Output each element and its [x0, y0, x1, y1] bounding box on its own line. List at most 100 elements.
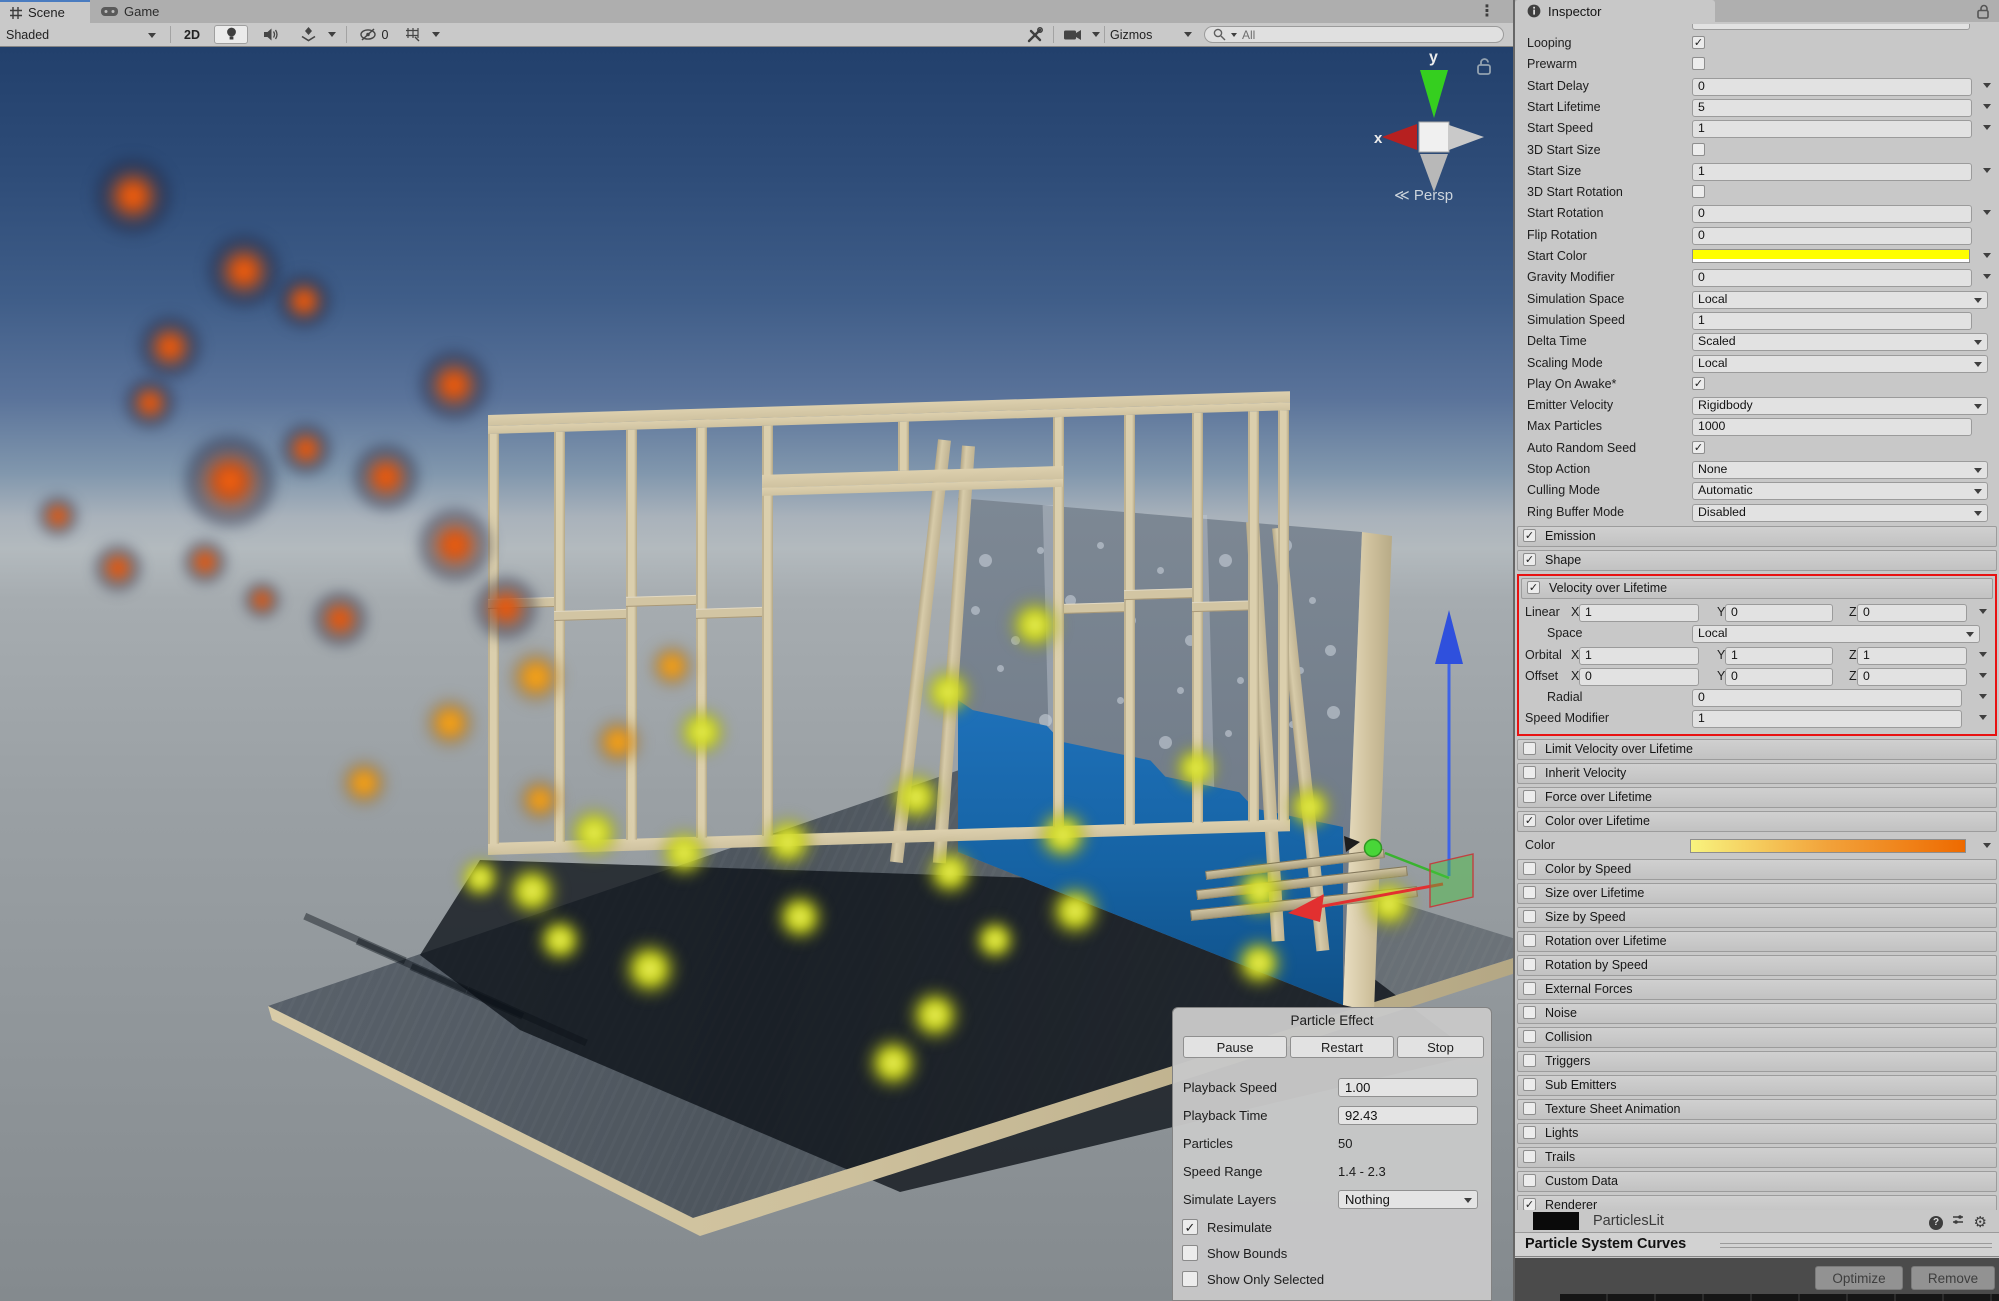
- stop-button[interactable]: Stop: [1397, 1036, 1484, 1058]
- lock-icon[interactable]: [1977, 4, 1991, 19]
- module-header-rotation-over-lifetime[interactable]: Rotation over Lifetime: [1517, 931, 1997, 952]
- checkbox[interactable]: [1523, 862, 1536, 875]
- dropdown-caret-icon[interactable]: [1983, 843, 1991, 848]
- dropdown-caret-icon[interactable]: [1979, 715, 1987, 720]
- checkbox[interactable]: ✓: [1523, 814, 1536, 827]
- checkbox[interactable]: ✓: [1692, 377, 1705, 390]
- value-field[interactable]: 1: [1692, 710, 1962, 728]
- value-field[interactable]: 1.00: [1338, 1078, 1478, 1097]
- value-field[interactable]: 0: [1857, 604, 1967, 622]
- grid-dropdown[interactable]: [428, 25, 444, 44]
- dropdown-caret-icon[interactable]: [1979, 673, 1987, 678]
- value-field[interactable]: 0: [1692, 205, 1972, 223]
- shading-mode-dropdown[interactable]: Shaded: [6, 25, 162, 44]
- checkbox[interactable]: [1523, 790, 1536, 803]
- module-header-custom-data[interactable]: Custom Data: [1517, 1171, 1997, 1192]
- dropdown-select[interactable]: Disabled: [1692, 504, 1988, 522]
- dropdown-caret-icon[interactable]: [1979, 652, 1987, 657]
- module-header-lights[interactable]: Lights: [1517, 1123, 1997, 1144]
- presets-icon[interactable]: [1951, 1213, 1965, 1227]
- module-header-sub-emitters[interactable]: Sub Emitters: [1517, 1075, 1997, 1096]
- toggle-2d-button[interactable]: 2D: [176, 25, 208, 44]
- effects-dropdown[interactable]: [324, 25, 340, 44]
- value-field[interactable]: 5: [1692, 99, 1972, 117]
- dropdown-caret-icon[interactable]: [1979, 609, 1987, 614]
- tools-button[interactable]: [1020, 25, 1050, 44]
- value-field[interactable]: 0: [1692, 269, 1972, 287]
- module-header-color-over-lifetime[interactable]: ✓Color over Lifetime: [1517, 811, 1997, 832]
- audio-toggle-button[interactable]: [254, 25, 288, 44]
- scene-menu-icon[interactable]: ⋮: [1479, 1, 1495, 21]
- value-field[interactable]: 0: [1692, 78, 1972, 96]
- module-header-texture-sheet-animation[interactable]: Texture Sheet Animation: [1517, 1099, 1997, 1120]
- particle-system-curves-bar[interactable]: Particle System Curves: [1515, 1232, 1999, 1257]
- checkbox[interactable]: [1692, 185, 1705, 198]
- lighting-toggle-button[interactable]: [214, 25, 248, 44]
- restart-button[interactable]: Restart: [1290, 1036, 1394, 1058]
- value-field[interactable]: 1: [1692, 120, 1972, 138]
- gear-icon[interactable]: ⚙: [1974, 1213, 1987, 1231]
- module-header-color-by-speed[interactable]: Color by Speed: [1517, 859, 1997, 880]
- checkbox[interactable]: [1523, 766, 1536, 779]
- value-field[interactable]: 1000: [1692, 418, 1972, 436]
- effects-toggle-button[interactable]: [294, 25, 322, 44]
- hidden-objects-button[interactable]: 0: [352, 25, 396, 44]
- module-header-trails[interactable]: Trails: [1517, 1147, 1997, 1168]
- checkbox[interactable]: [1523, 1174, 1536, 1187]
- dropdown-select[interactable]: Rigidbody: [1692, 397, 1988, 415]
- checkbox[interactable]: [1523, 1078, 1536, 1091]
- camera-button[interactable]: [1058, 25, 1088, 44]
- checkbox[interactable]: [1692, 57, 1705, 70]
- checkbox[interactable]: [1523, 1006, 1536, 1019]
- scene-viewport[interactable]: y x ≪ Persp Particle Effect PauseRestar: [0, 47, 1513, 1301]
- help-icon[interactable]: ?: [1929, 1213, 1943, 1230]
- value-field[interactable]: 0: [1857, 668, 1967, 686]
- dropdown-caret-icon[interactable]: [1983, 83, 1991, 88]
- value-field[interactable]: 0: [1692, 689, 1962, 707]
- gizmos-dropdown[interactable]: Gizmos: [1110, 25, 1182, 44]
- module-header-inherit-velocity[interactable]: Inherit Velocity: [1517, 763, 1997, 784]
- color-swatch[interactable]: [1692, 249, 1970, 263]
- module-header-triggers[interactable]: Triggers: [1517, 1051, 1997, 1072]
- remove-button[interactable]: Remove: [1911, 1266, 1995, 1290]
- checkbox[interactable]: [1523, 742, 1536, 755]
- gradient-swatch[interactable]: [1690, 839, 1966, 853]
- module-header-velocity-over-lifetime[interactable]: ✓Velocity over Lifetime: [1521, 578, 1993, 599]
- value-field[interactable]: 0: [1692, 227, 1972, 245]
- value-field[interactable]: 1: [1692, 163, 1972, 181]
- checkbox[interactable]: [1182, 1271, 1198, 1287]
- checkbox[interactable]: ✓: [1523, 1198, 1536, 1211]
- module-header-emission[interactable]: ✓Emission: [1517, 526, 1997, 547]
- gizmos-caret[interactable]: [1180, 25, 1196, 44]
- checkbox[interactable]: ✓: [1523, 529, 1536, 542]
- checkbox[interactable]: ✓: [1523, 553, 1536, 566]
- value-field[interactable]: 1: [1725, 647, 1833, 665]
- checkbox[interactable]: [1182, 1245, 1198, 1261]
- search-input[interactable]: All: [1204, 26, 1504, 43]
- dropdown-caret-icon[interactable]: [1979, 694, 1987, 699]
- module-header-rotation-by-speed[interactable]: Rotation by Speed: [1517, 955, 1997, 976]
- dropdown-caret-icon[interactable]: [1983, 168, 1991, 173]
- grid-visibility-button[interactable]: [400, 25, 426, 44]
- module-header-external-forces[interactable]: External Forces: [1517, 979, 1997, 1000]
- module-header-force-over-lifetime[interactable]: Force over Lifetime: [1517, 787, 1997, 808]
- value-field[interactable]: Local: [1692, 625, 1980, 643]
- value-field[interactable]: 1: [1579, 604, 1699, 622]
- checkbox[interactable]: [1523, 1150, 1536, 1163]
- module-header-size-over-lifetime[interactable]: Size over Lifetime: [1517, 883, 1997, 904]
- dropdown-caret-icon[interactable]: [1983, 210, 1991, 215]
- value-field[interactable]: 0: [1725, 668, 1833, 686]
- dropdown-caret-icon[interactable]: [1983, 253, 1991, 258]
- dropdown-select[interactable]: None: [1692, 461, 1988, 479]
- module-header-limit-velocity-over-lifetime[interactable]: Limit Velocity over Lifetime: [1517, 739, 1997, 760]
- checkbox[interactable]: [1523, 1030, 1536, 1043]
- value-field[interactable]: 1: [1692, 312, 1972, 330]
- module-header-shape[interactable]: ✓Shape: [1517, 550, 1997, 571]
- dropdown-caret-icon[interactable]: [1983, 125, 1991, 130]
- value-field[interactable]: 0: [1725, 604, 1833, 622]
- dropdown-caret-icon[interactable]: [1983, 274, 1991, 279]
- checkbox[interactable]: ✓: [1182, 1219, 1198, 1235]
- value-field[interactable]: 92.43: [1338, 1106, 1478, 1125]
- perspective-label[interactable]: ≪ Persp: [1394, 186, 1453, 204]
- material-row[interactable]: ParticlesLit ? ⚙: [1515, 1210, 1999, 1233]
